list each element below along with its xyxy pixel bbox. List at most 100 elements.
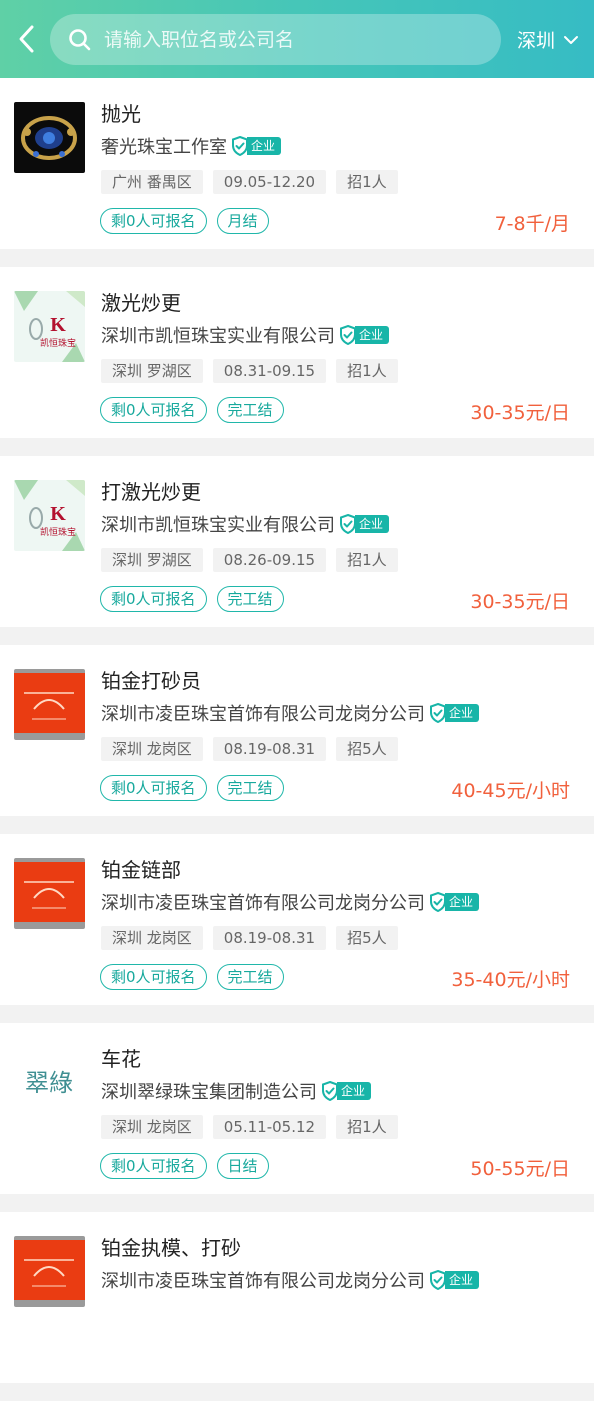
- date-range-tag: 05.11-05.12: [212, 1115, 327, 1139]
- settlement-pill: 完工结: [216, 586, 284, 612]
- remaining-spots-pill: 剩0人可报名: [100, 397, 207, 423]
- company-row: 深圳市凯恒珠宝实业有限公司 企业: [101, 511, 390, 537]
- job-list: 抛光 奢光珠宝工作室 企业 广州 番禺区 09.05-12.20 招1人 剩0人…: [0, 78, 594, 1401]
- date-range-tag: 09.05-12.20: [212, 170, 327, 194]
- job-card[interactable]: 翠綠 车花 深圳翠绿珠宝集团制造公司 企业 深圳 龙岗区 05.11-05.12…: [0, 1023, 594, 1194]
- date-range-tag: 08.26-09.15: [212, 548, 327, 572]
- company-row: 深圳市凌臣珠宝首饰有限公司龙岗分公司 企业: [101, 1267, 480, 1293]
- status-pills: 剩0人可报名 完工结: [100, 397, 294, 423]
- location-tag: 深圳 龙岗区: [101, 926, 203, 950]
- city-label: 深圳: [517, 30, 556, 52]
- svg-text:K: K: [50, 314, 66, 336]
- settlement-pill: 月结: [216, 208, 269, 234]
- badge-label: 企业: [247, 137, 282, 155]
- svg-text:凯恒珠宝: 凯恒珠宝: [40, 337, 76, 349]
- job-card[interactable]: 铂金链部 深圳市凌臣珠宝首饰有限公司龙岗分公司 企业 深圳 龙岗区 08.19-…: [0, 834, 594, 1005]
- salary: 35-40元/小时: [451, 969, 570, 991]
- settlement-pill: 完工结: [216, 397, 284, 423]
- search-bar[interactable]: [50, 14, 501, 65]
- company-logo: [14, 102, 85, 173]
- remaining-spots-pill: 剩0人可报名: [100, 964, 207, 990]
- date-range-tag: 08.31-09.15: [212, 359, 327, 383]
- badge-label: 企业: [355, 515, 390, 533]
- job-card[interactable]: 铂金打砂员 深圳市凌臣珠宝首饰有限公司龙岗分公司 企业 深圳 龙岗区 08.19…: [0, 645, 594, 816]
- top-bar: 深圳: [0, 0, 594, 78]
- info-tags: 深圳 龙岗区 08.19-08.31 招5人: [101, 926, 408, 950]
- back-button[interactable]: [10, 22, 44, 56]
- job-card[interactable]: 铂金执模、打砂 深圳市凌臣珠宝首饰有限公司龙岗分公司 企业: [0, 1212, 594, 1383]
- location-tag: 广州 番禺区: [101, 170, 203, 194]
- job-title: 铂金链部: [101, 858, 181, 882]
- location-tag: 深圳 罗湖区: [101, 359, 203, 383]
- job-title: 车花: [101, 1047, 141, 1071]
- company-logo: [14, 669, 85, 740]
- date-range-tag: 08.19-08.31: [212, 926, 327, 950]
- info-tags: 深圳 罗湖区 08.26-09.15 招1人: [101, 548, 408, 572]
- job-card[interactable]: K 凯恒珠宝 激光炒更 深圳市凯恒珠宝实业有限公司 企业 深圳 罗湖区 08.31…: [0, 267, 594, 438]
- salary: 50-55元/日: [470, 1158, 570, 1180]
- badge-label: 企业: [445, 893, 480, 911]
- location-tag: 深圳 龙岗区: [101, 1115, 203, 1139]
- verified-badge: 企业: [429, 703, 480, 723]
- info-tags: 深圳 龙岗区 08.19-08.31 招5人: [101, 737, 408, 761]
- city-selector[interactable]: 深圳: [517, 26, 579, 53]
- remaining-spots-pill: 剩0人可报名: [100, 1153, 207, 1179]
- company-name: 深圳市凌臣珠宝首饰有限公司龙岗分公司: [101, 893, 425, 914]
- salary: 40-45元/小时: [451, 780, 570, 802]
- company-row: 深圳市凌臣珠宝首饰有限公司龙岗分公司 企业: [101, 700, 480, 726]
- company-logo: [14, 1236, 85, 1307]
- company-logo: 翠綠: [14, 1047, 85, 1118]
- status-pills: 剩0人可报名 完工结: [100, 586, 294, 612]
- job-title: 铂金打砂员: [101, 669, 201, 693]
- company-name: 深圳市凯恒珠宝实业有限公司: [101, 515, 335, 536]
- chevron-down-icon: [563, 35, 579, 45]
- status-pills: 剩0人可报名 完工结: [100, 964, 294, 990]
- verified-badge: 企业: [339, 514, 390, 534]
- badge-label: 企业: [337, 1082, 372, 1100]
- badge-label: 企业: [355, 326, 390, 344]
- location-tag: 深圳 龙岗区: [101, 737, 203, 761]
- headcount-tag: 招1人: [336, 359, 398, 383]
- salary: 30-35元/日: [470, 591, 570, 613]
- verified-badge: 企业: [321, 1081, 372, 1101]
- search-icon: [68, 28, 92, 52]
- headcount-tag: 招1人: [336, 1115, 398, 1139]
- company-name: 深圳市凌臣珠宝首饰有限公司龙岗分公司: [101, 1271, 425, 1292]
- badge-label: 企业: [445, 1271, 480, 1289]
- badge-label: 企业: [445, 704, 480, 722]
- company-row: 深圳市凯恒珠宝实业有限公司 企业: [101, 322, 390, 348]
- status-pills: 剩0人可报名 完工结: [100, 775, 294, 801]
- company-name: 深圳市凯恒珠宝实业有限公司: [101, 326, 335, 347]
- search-input[interactable]: [102, 27, 501, 52]
- location-tag: 深圳 罗湖区: [101, 548, 203, 572]
- job-card[interactable]: K 凯恒珠宝 打激光炒更 深圳市凯恒珠宝实业有限公司 企业 深圳 罗湖区 08.2…: [0, 456, 594, 627]
- company-name: 奢光珠宝工作室: [101, 137, 227, 158]
- job-card[interactable]: 抛光 奢光珠宝工作室 企业 广州 番禺区 09.05-12.20 招1人 剩0人…: [0, 78, 594, 249]
- company-logo: [14, 858, 85, 929]
- date-range-tag: 08.19-08.31: [212, 737, 327, 761]
- verified-badge: 企业: [231, 136, 282, 156]
- headcount-tag: 招1人: [336, 548, 398, 572]
- salary: 7-8千/月: [494, 213, 570, 235]
- job-title: 铂金执模、打砂: [101, 1236, 241, 1260]
- salary: 30-35元/日: [470, 402, 570, 424]
- settlement-pill: 完工结: [216, 964, 284, 990]
- settlement-pill: 完工结: [216, 775, 284, 801]
- verified-badge: 企业: [429, 892, 480, 912]
- status-pills: 剩0人可报名 日结: [100, 1153, 279, 1179]
- verified-badge: 企业: [339, 325, 390, 345]
- remaining-spots-pill: 剩0人可报名: [100, 775, 207, 801]
- info-tags: 深圳 罗湖区 08.31-09.15 招1人: [101, 359, 408, 383]
- info-tags: 广州 番禺区 09.05-12.20 招1人: [101, 170, 408, 194]
- company-logo: K 凯恒珠宝: [14, 291, 85, 362]
- company-row: 深圳翠绿珠宝集团制造公司 企业: [101, 1078, 372, 1104]
- status-pills: 剩0人可报名 月结: [100, 208, 279, 234]
- chevron-left-icon: [19, 25, 34, 53]
- svg-text:K: K: [50, 503, 66, 525]
- headcount-tag: 招5人: [336, 737, 398, 761]
- settlement-pill: 日结: [216, 1153, 269, 1179]
- remaining-spots-pill: 剩0人可报名: [100, 586, 207, 612]
- remaining-spots-pill: 剩0人可报名: [100, 208, 207, 234]
- headcount-tag: 招1人: [336, 170, 398, 194]
- company-name: 深圳市凌臣珠宝首饰有限公司龙岗分公司: [101, 704, 425, 725]
